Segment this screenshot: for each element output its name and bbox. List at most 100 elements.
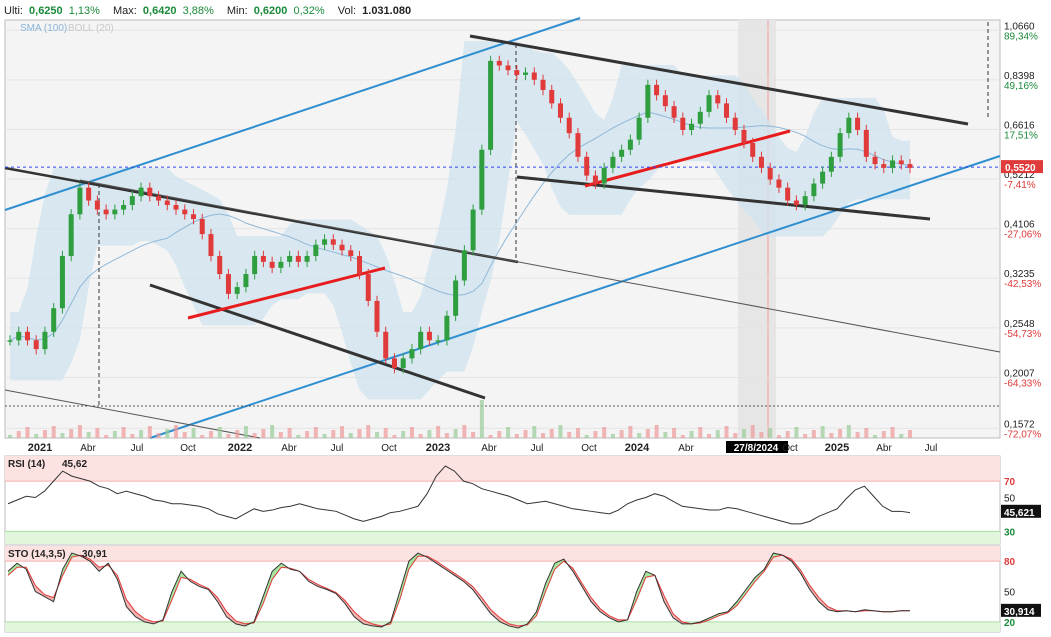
candle-body	[278, 261, 284, 268]
candle-body	[409, 349, 415, 359]
x-tick-label: Abr	[876, 443, 892, 454]
candle-body	[348, 250, 354, 256]
candle-body	[391, 358, 397, 369]
x-tick-label: Jul	[531, 443, 544, 454]
sto-tick-50: 50	[1004, 588, 1016, 599]
volume-bar	[899, 434, 904, 438]
volume-bar	[121, 427, 126, 438]
volume-bar	[348, 433, 353, 438]
candle-body	[42, 331, 48, 350]
candle-body	[103, 209, 109, 215]
candle-body	[208, 234, 214, 256]
candle-body	[549, 89, 555, 104]
volume-bar	[305, 431, 310, 438]
volume-bar	[619, 430, 624, 438]
volume-bar	[794, 427, 799, 438]
candle-body	[330, 239, 336, 245]
volume-bar	[322, 434, 327, 438]
candle-body	[129, 196, 135, 206]
volume-bar	[453, 429, 458, 438]
volume-bar	[759, 432, 764, 438]
volume-bar	[331, 430, 336, 438]
x-tick-label: Oct	[581, 443, 597, 454]
candle-body	[811, 183, 817, 197]
volume-bar	[174, 425, 179, 438]
volume-bar	[95, 428, 100, 438]
rsi-tick-30: 30	[1004, 527, 1016, 538]
volume-bar	[785, 431, 790, 438]
volume-bar	[855, 432, 860, 438]
volume-bar	[506, 427, 511, 438]
candle-body	[671, 106, 677, 118]
volume-bar	[549, 429, 554, 438]
volume-bar	[243, 426, 248, 438]
candle-body	[199, 219, 205, 235]
candle-body	[758, 156, 764, 168]
candle-body	[147, 187, 153, 197]
volume-bar	[409, 427, 414, 438]
candle-body	[601, 167, 607, 184]
candle-body	[505, 65, 511, 71]
candle-body	[7, 340, 13, 342]
candle-body	[190, 214, 196, 220]
volume-bar	[873, 435, 878, 438]
candle-body	[863, 129, 869, 157]
candle-body	[234, 287, 240, 294]
candle-body	[94, 200, 100, 210]
rsi-overbought-zone	[5, 456, 1000, 482]
volume-bar	[42, 430, 47, 438]
candle-body	[724, 103, 730, 118]
volume-bar	[147, 426, 152, 438]
volume-bar	[462, 425, 467, 438]
candle-body	[269, 261, 275, 268]
rsi-tick-50: 50	[1004, 493, 1016, 504]
y-tick-change: -27,06%	[1004, 230, 1041, 241]
candle-body	[680, 117, 686, 130]
x-tick-date: 27/8/2024	[734, 443, 779, 454]
stock-chart[interactable]: SMA (100) BOLL (20) 1,066089,34%0,839849,1…	[0, 0, 1051, 637]
candle-body	[435, 340, 441, 342]
volume-bar	[654, 425, 659, 438]
x-tick-label: 2023	[426, 442, 450, 454]
candle-body	[662, 95, 668, 107]
x-tick-label: 2021	[28, 442, 52, 454]
volume-bar	[715, 430, 720, 438]
candle-body	[444, 315, 450, 341]
candle-body	[496, 60, 502, 66]
x-tick-label: Jul	[131, 443, 144, 454]
candle-body	[855, 117, 861, 130]
volume-bar	[208, 431, 213, 438]
x-tick-label: Abr	[481, 443, 497, 454]
sto-overbought-zone	[5, 546, 1000, 562]
candle-body	[627, 139, 633, 150]
sto-current-value: 30,914	[1004, 607, 1035, 618]
volume-bar	[357, 429, 362, 438]
volume-bar	[104, 435, 109, 438]
candle-body	[881, 164, 887, 168]
volume-bar	[541, 433, 546, 438]
candle-body	[645, 84, 651, 118]
candle-body	[776, 179, 782, 188]
volume-bar	[610, 434, 615, 438]
legend-boll: BOLL (20)	[68, 23, 114, 34]
volume-bar	[25, 427, 30, 438]
volume-bar	[16, 431, 21, 438]
volume-bar	[296, 435, 301, 438]
volume-bar	[51, 426, 56, 438]
current-price-label: 0,5520	[1005, 163, 1036, 174]
candle-body	[59, 255, 65, 309]
volume-bar	[436, 426, 441, 438]
candle-body	[287, 255, 293, 262]
volume-bar	[261, 429, 266, 438]
volume-bar	[558, 425, 563, 438]
candle-body	[173, 205, 179, 210]
rsi-tick-70: 70	[1004, 477, 1016, 488]
candle-body	[872, 156, 878, 165]
volume-bar	[663, 432, 668, 438]
y-tick-change: -64,33%	[1004, 378, 1041, 389]
candle-body	[400, 358, 406, 369]
x-tick-label: Oct	[381, 443, 397, 454]
volume-bar	[278, 432, 283, 438]
sto-label-value: 30,91	[82, 549, 107, 560]
volume-bar	[60, 433, 65, 438]
